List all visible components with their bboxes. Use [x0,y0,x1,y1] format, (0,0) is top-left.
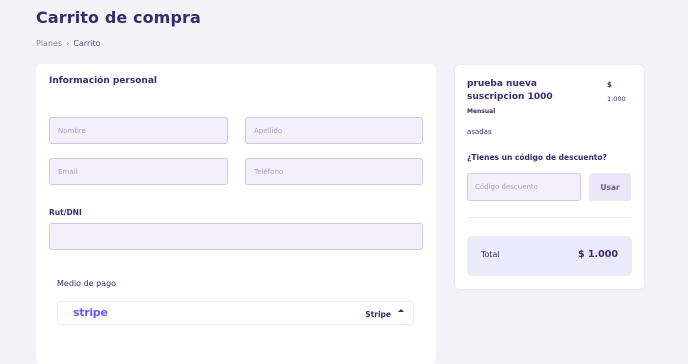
apply-discount-button[interactable]: Usar [589,173,631,201]
phone-field[interactable] [245,158,423,185]
personal-info-title: Información personal [49,76,157,86]
email-field[interactable] [49,158,228,185]
page-title: Carrito de compra [36,8,201,27]
plan-amount: 1.000 [607,95,626,103]
plan-name: prueba nueva suscripcion 1000 [467,79,553,102]
breadcrumb-item-planes[interactable]: Planes [36,39,62,48]
total-label: Total [481,250,500,259]
last-name-field[interactable] [245,117,423,144]
plan-period: Mensual [467,108,496,115]
breadcrumb-item-carrito: Carrito [73,39,101,48]
total-box: Total $ 1.000 [467,236,632,276]
discount-code-input[interactable] [467,173,581,201]
payment-method-selector[interactable]: stripe Stripe [57,301,414,325]
breadcrumb-separator: › [66,39,70,48]
plan-description: asadas [467,128,492,136]
order-summary-card: prueba nueva suscripcion 1000 Mensual $ … [454,64,645,290]
chevron-up-icon[interactable] [398,309,404,312]
stripe-logo: stripe [73,306,108,319]
rut-field[interactable] [49,223,423,250]
payment-method-value: Stripe [365,310,391,319]
discount-question: ¿Tienes un código de descuento? [467,153,607,162]
breadcrumb: Planes › Carrito [36,39,101,48]
payment-method-label: Medio de pago [57,279,117,288]
name-field[interactable] [49,117,228,144]
personal-info-card: Información personal Rut/DNI Medio de pa… [36,64,436,364]
rut-label: Rut/DNI [49,208,82,217]
total-value: $ 1.000 [578,249,618,260]
plan-currency: $ [607,81,612,89]
divider [467,217,631,218]
